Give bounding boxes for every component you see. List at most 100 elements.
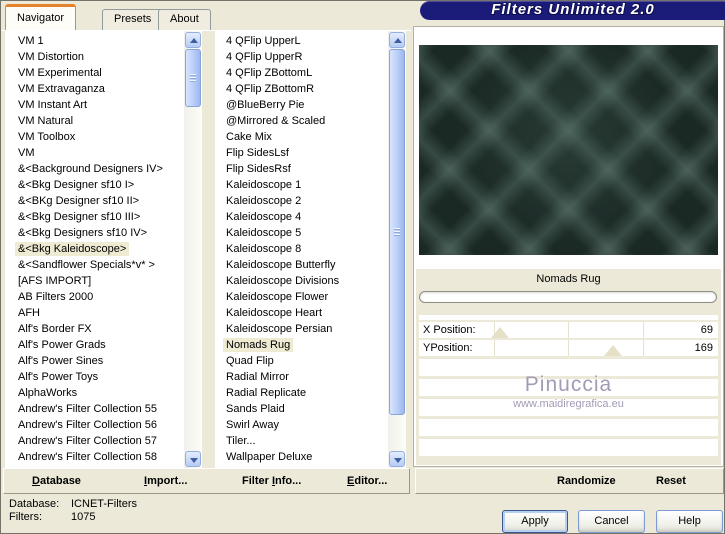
list-item[interactable]: &<Background Designers IV> [5, 161, 184, 177]
list-item[interactable]: Cake Mix [215, 129, 388, 145]
list-item[interactable]: 4 QFlip ZBottomL [215, 65, 388, 81]
list-item[interactable]: 4 QFlip ZBottomR [215, 81, 388, 97]
status-filters: Filters: 1075 [9, 511, 95, 524]
list-item[interactable]: Kaleidoscope 1 [215, 177, 388, 193]
list-item[interactable]: Kaleidoscope Butterfly [215, 257, 388, 273]
list-item[interactable]: Kaleidoscope 8 [215, 241, 388, 257]
list-item[interactable]: Flip SidesLsf [215, 145, 388, 161]
list-item[interactable]: VM Toolbox [5, 129, 184, 145]
status-database-label: Database: [9, 498, 60, 510]
list-item[interactable]: &<Bkg Designer sf10 I> [5, 177, 184, 193]
scroll-up-icon[interactable] [389, 32, 405, 48]
filter-info-button[interactable]: Filter Info... [242, 469, 301, 493]
list-item[interactable]: 4 QFlip UpperR [215, 49, 388, 65]
list-item[interactable]: Alf's Power Toys [5, 369, 184, 385]
slider-handle-x[interactable] [490, 327, 509, 338]
list-item[interactable]: 4 QFlip UpperL [215, 33, 388, 49]
reset-button[interactable]: Reset [656, 469, 686, 493]
filter-list[interactable]: 4 QFlip UpperL 4 QFlip UpperR 4 QFlip ZBot… [215, 31, 388, 468]
list-item[interactable]: Sands Plaid [215, 401, 388, 417]
list-item[interactable]: VM 1 [5, 33, 184, 49]
category-scrollbar[interactable] [184, 31, 202, 468]
scroll-up-icon[interactable] [185, 32, 201, 48]
list-item[interactable]: Kaleidoscope 2 [215, 193, 388, 209]
list-item[interactable]: Kaleidoscope Persian [215, 321, 388, 337]
list-item[interactable]: &<BKg Designer sf10 II> [5, 193, 184, 209]
list-item[interactable]: Radial Replicate [215, 385, 388, 401]
list-item[interactable]: Radial Mirror [215, 369, 388, 385]
filters-unlimited-dialog: { "window": { "title": "Filters Unlimite… [0, 0, 725, 534]
empty-param-row [419, 399, 718, 416]
list-item[interactable]: [AFS IMPORT] [5, 273, 184, 289]
database-button[interactable]: Database [32, 469, 81, 493]
selected-filter-caption: Nomads Rug [536, 273, 601, 285]
tab-navigator[interactable]: Navigator [5, 4, 77, 30]
list-item[interactable]: VM Instant Art [5, 97, 184, 113]
apply-button[interactable]: Apply [502, 510, 568, 533]
tab-presets[interactable]: Presets [102, 9, 164, 30]
list-item[interactable]: Swirl Away [215, 417, 388, 433]
list-item[interactable]: Andrew's Filter Collection 55 [5, 401, 184, 417]
list-item[interactable]: &<Bkg Designer sf10 III> [5, 209, 184, 225]
status-database: Database: ICNET-Filters [9, 498, 137, 511]
list-item[interactable]: @BlueBerry Pie [215, 97, 388, 113]
scrollbar-thumb[interactable] [389, 49, 405, 415]
category-list[interactable]: VM 1 VM Distortion VM Experimental VM Extra… [5, 31, 184, 468]
scrollbar-thumb[interactable] [185, 49, 201, 107]
list-item[interactable]: Quad Flip [215, 353, 388, 369]
empty-param-row [419, 419, 718, 436]
scroll-down-icon[interactable] [185, 451, 201, 467]
preview-panel: Nomads Rug X Position: 69 YPosition: 169… [413, 26, 724, 467]
list-item[interactable]: Alf's Power Sines [5, 353, 184, 369]
list-item[interactable]: VM Extravaganza [5, 81, 184, 97]
list-item[interactable]: VM Natural [5, 113, 184, 129]
status-filters-label: Filters: [9, 511, 42, 523]
list-item[interactable]: Kaleidoscope 4 [215, 209, 388, 225]
list-item[interactable]: Andrew's Filter Collection 58 [5, 449, 184, 465]
list-item[interactable]: Alf's Power Grads [5, 337, 184, 353]
slider-handle-y[interactable] [604, 345, 623, 356]
scroll-down-icon[interactable] [389, 451, 405, 467]
parameter-area: Nomads Rug X Position: 69 YPosition: 169… [416, 269, 721, 465]
list-item[interactable]: VM [5, 145, 184, 161]
tab-about[interactable]: About [158, 9, 211, 30]
param-value: 69 [700, 324, 713, 336]
empty-param-row [419, 379, 718, 396]
preview-image [419, 45, 718, 255]
list-item[interactable]: AFH [5, 305, 184, 321]
app-title-banner: Filters Unlimited 2.0 [420, 1, 725, 20]
list-item[interactable]: Flip SidesRsf [215, 161, 388, 177]
editor-button[interactable]: Editor... [347, 469, 387, 493]
list-item[interactable]: Kaleidoscope Heart [215, 305, 388, 321]
list-item[interactable]: Wallpaper Deluxe [215, 449, 388, 465]
list-item[interactable]: Kaleidoscope 5 [215, 225, 388, 241]
list-item[interactable]: Andrew's Filter Collection 57 [5, 433, 184, 449]
list-item[interactable]: @Mirrored & Scaled [215, 113, 388, 129]
list-item[interactable]: &<Sandflower Specials*v* > [5, 257, 184, 273]
list-item[interactable]: &<Bkg Kaleidoscope> [5, 241, 184, 257]
list-item[interactable]: Kaleidoscope Flower [215, 289, 388, 305]
list-item[interactable]: VM Distortion [5, 49, 184, 65]
param-row-y-position: YPosition: 169 [419, 340, 718, 356]
empty-param-row [419, 359, 718, 376]
list-item[interactable]: Tiler... [215, 433, 388, 449]
list-item[interactable]: Nomads Rug [215, 337, 388, 353]
list-item[interactable]: &<Bkg Designers sf10 IV> [5, 225, 184, 241]
list-item[interactable]: Alf's Border FX [5, 321, 184, 337]
list-item[interactable]: VM Experimental [5, 65, 184, 81]
status-database-value: ICNET-Filters [71, 498, 137, 510]
param-label: X Position: [423, 324, 476, 336]
param-value: 169 [694, 342, 713, 354]
randomize-button[interactable]: Randomize [557, 469, 616, 493]
progress-bar [419, 291, 717, 303]
cancel-button[interactable]: Cancel [578, 510, 645, 533]
empty-param-row [419, 439, 718, 456]
list-item[interactable]: Kaleidoscope Divisions [215, 273, 388, 289]
spacer-row [419, 315, 718, 320]
list-item[interactable]: AB Filters 2000 [5, 289, 184, 305]
list-item[interactable]: Andrew's Filter Collection 56 [5, 417, 184, 433]
filter-scrollbar[interactable] [388, 31, 406, 468]
import-button[interactable]: Import... [144, 469, 187, 493]
list-item[interactable]: AlphaWorks [5, 385, 184, 401]
help-button[interactable]: Help [656, 510, 723, 533]
